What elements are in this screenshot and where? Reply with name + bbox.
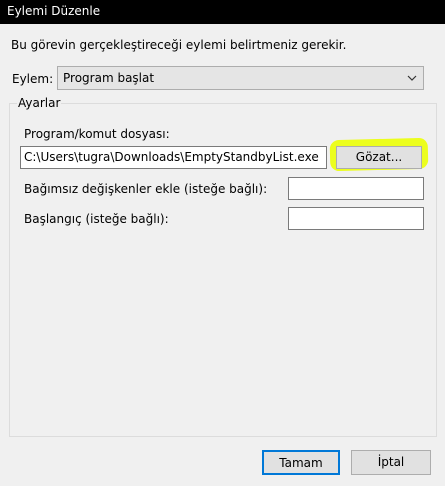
program-path-value: C:\Users\tugra\Downloads\EmptyStandbyLis… xyxy=(24,150,319,164)
chevron-down-icon xyxy=(407,75,417,81)
action-select-value: Program başlat xyxy=(63,71,155,85)
title-bar: Eylemi Düzenle xyxy=(0,0,445,24)
arguments-input[interactable] xyxy=(288,177,424,200)
action-select[interactable]: Program başlat xyxy=(57,66,424,90)
instruction-text: Bu görevin gerçekleştireceği eylemi beli… xyxy=(11,38,347,52)
browse-button[interactable]: Gözat... xyxy=(336,146,422,169)
settings-group-label: Ayarlar xyxy=(17,96,62,110)
start-in-label: Başlangıç (isteğe bağlı): xyxy=(24,212,169,226)
action-label: Eylem: xyxy=(12,72,54,86)
program-path-input[interactable]: C:\Users\tugra\Downloads\EmptyStandbyLis… xyxy=(20,146,327,169)
cancel-button[interactable]: İptal xyxy=(351,450,431,475)
arguments-label: Bağımsız değişkenler ekle (isteğe bağlı)… xyxy=(24,182,268,196)
program-label: Program/komut dosyası: xyxy=(24,127,170,141)
start-in-input[interactable] xyxy=(288,207,424,230)
window-title: Eylemi Düzenle xyxy=(7,4,101,18)
ok-button[interactable]: Tamam xyxy=(262,450,340,475)
